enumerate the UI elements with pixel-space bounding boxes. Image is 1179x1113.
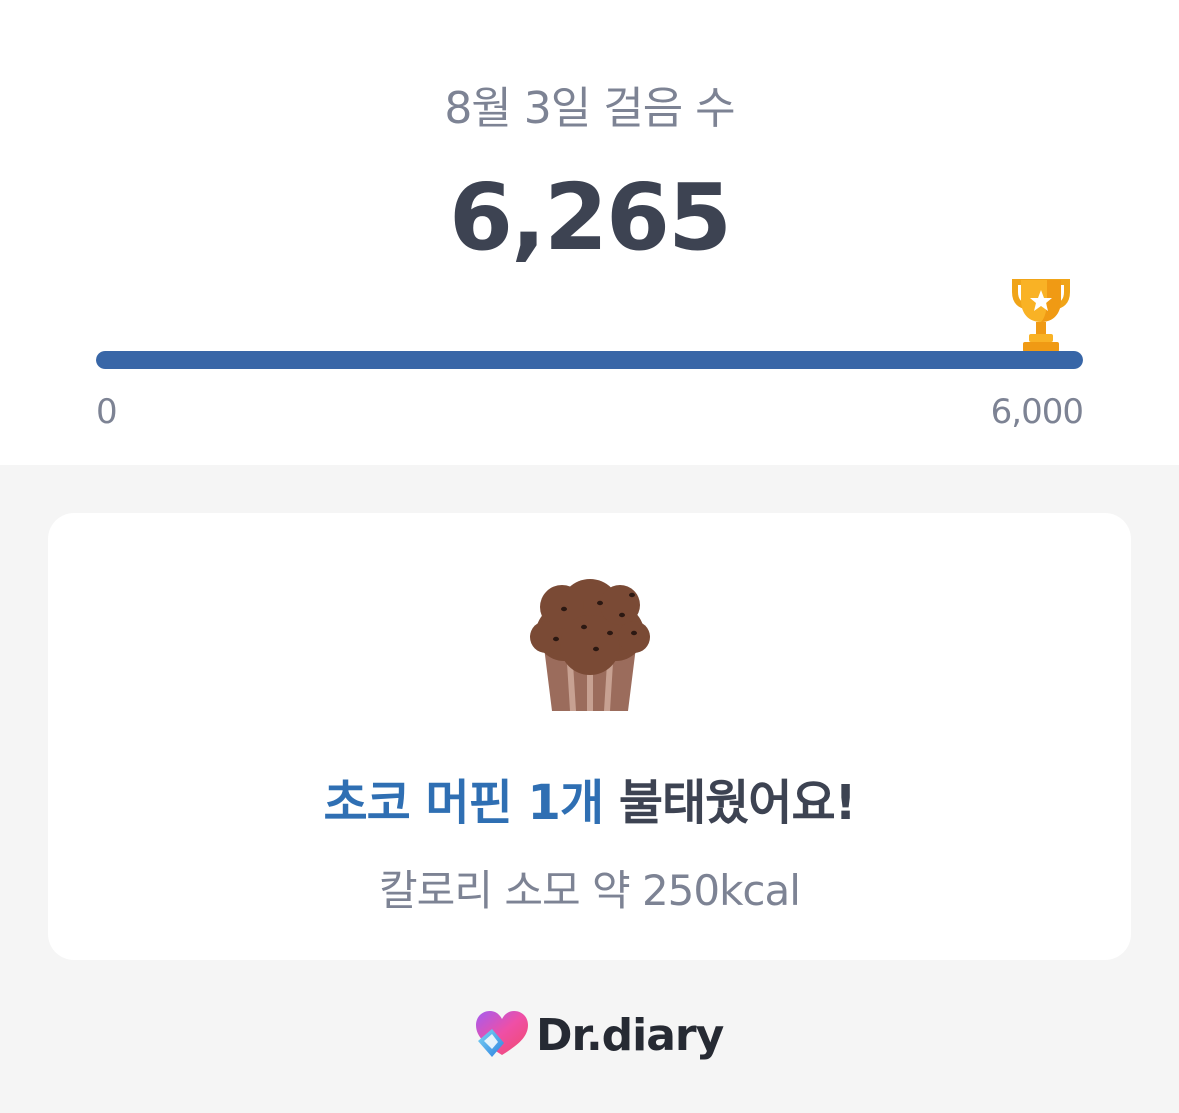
trophy-icon <box>1012 279 1070 352</box>
food-equivalent: 초코 머핀 1개 <box>323 775 604 831</box>
progress-goal-label: 6,000 <box>990 392 1084 432</box>
step-count: 6,265 <box>448 164 732 271</box>
step-progress-bar <box>96 351 1083 369</box>
brand-name: Dr.diary <box>536 1009 724 1061</box>
calorie-subline: 칼로리 소모 약 250kcal <box>379 866 801 915</box>
step-progress-fill <box>96 351 1083 369</box>
brand-footer: Dr.diary <box>474 1008 724 1062</box>
calorie-card: 초코 머핀 1개 불태웠어요! 칼로리 소모 약 250kcal <box>48 513 1131 960</box>
dr-diary-logo-icon <box>476 1011 528 1057</box>
calorie-headline: 초코 머핀 1개 불태웠어요! <box>48 763 1131 833</box>
muffin-icon <box>530 579 650 711</box>
progress-min-label: 0 <box>96 392 118 432</box>
steps-summary-section: 8월 3일 걸음 수 6,265 0 6,000 <box>0 0 1179 465</box>
headline-suffix: 불태웠어요! <box>603 775 857 831</box>
date-title: 8월 3일 걸음 수 <box>444 83 735 134</box>
